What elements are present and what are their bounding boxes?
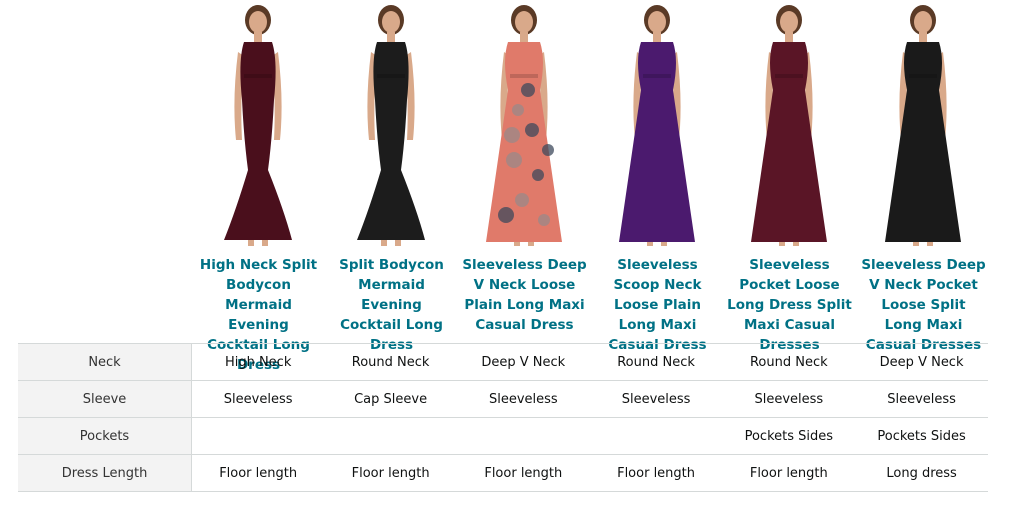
table-row-sleeve: Sleeve Sleeveless Cap Sleeve Sleeveless …	[18, 380, 988, 418]
floral-dress-image	[486, 5, 562, 246]
table-cell: Sleeveless	[191, 380, 325, 418]
row-label: Pockets	[18, 417, 193, 455]
table-cell: High Neck	[191, 343, 325, 381]
product-title-5[interactable]: Sleeveless Pocket Loose Long Dress Split…	[723, 255, 856, 353]
table-cell: Deep V Neck	[855, 343, 988, 381]
table-cell	[456, 417, 590, 455]
table-cell: Cap Sleeve	[324, 380, 457, 418]
table-row-neck: Neck High Neck Round Neck Deep V Neck Ro…	[18, 343, 988, 381]
table-cell	[324, 417, 457, 455]
table-cell: Floor length	[589, 454, 723, 492]
product-column-6: Sleeveless Deep V Neck Pocket Loose Spli…	[857, 0, 990, 353]
product-title-4[interactable]: Sleeveless Scoop Neck Loose Plain Long M…	[591, 255, 724, 353]
row-label: Sleeve	[18, 380, 193, 418]
table-cell: Round Neck	[589, 343, 723, 381]
table-cell: Long dress	[855, 454, 988, 492]
table-cell	[589, 417, 723, 455]
table-cell: Pockets Sides	[722, 417, 856, 455]
product-column-2: Split Bodycon Mermaid Evening Cocktail L…	[325, 0, 458, 353]
black-dress-image	[357, 5, 425, 246]
product-image-1[interactable]	[192, 0, 325, 255]
product-column-1: High Neck Split Bodycon Mermaid Evening …	[192, 0, 325, 373]
table-cell: Floor length	[324, 454, 457, 492]
table-cell: Sleeveless	[456, 380, 590, 418]
product-image-2[interactable]	[325, 0, 458, 255]
product-image-4[interactable]	[591, 0, 724, 255]
product-image-6[interactable]	[857, 0, 990, 255]
table-cell	[191, 417, 325, 455]
table-cell: Round Neck	[324, 343, 457, 381]
product-column-4: Sleeveless Scoop Neck Loose Plain Long M…	[591, 0, 724, 353]
burgundy-dress-image	[224, 5, 292, 246]
black-maxi-dress-image	[885, 5, 961, 246]
product-image-3[interactable]	[458, 0, 591, 255]
wine-dress-image	[751, 5, 827, 246]
product-column-3: Sleeveless Deep V Neck Loose Plain Long …	[458, 0, 591, 339]
table-row-dress-length: Dress Length Floor length Floor length F…	[18, 454, 988, 492]
table-cell: Deep V Neck	[456, 343, 590, 381]
table-cell: Floor length	[722, 454, 856, 492]
comparison-widget: High Neck Split Bodycon Mermaid Evening …	[0, 0, 1026, 507]
product-image-5[interactable]	[723, 0, 856, 255]
comparison-table: Neck High Neck Round Neck Deep V Neck Ro…	[18, 343, 988, 492]
table-cell: Pockets Sides	[855, 417, 988, 455]
product-title-6[interactable]: Sleeveless Deep V Neck Pocket Loose Spli…	[857, 255, 990, 353]
product-title-3[interactable]: Sleeveless Deep V Neck Loose Plain Long …	[458, 255, 591, 339]
table-cell: Sleeveless	[722, 380, 856, 418]
product-column-5: Sleeveless Pocket Loose Long Dress Split…	[723, 0, 856, 353]
table-cell: Floor length	[191, 454, 325, 492]
table-cell: Round Neck	[722, 343, 856, 381]
table-cell: Sleeveless	[589, 380, 723, 418]
purple-dress-image	[619, 5, 695, 246]
product-title-1[interactable]: High Neck Split Bodycon Mermaid Evening …	[192, 255, 325, 373]
row-label: Neck	[18, 343, 193, 381]
table-row-pockets: Pockets Pockets Sides Pockets Sides	[18, 417, 988, 455]
row-label: Dress Length	[18, 454, 193, 492]
table-cell: Sleeveless	[855, 380, 988, 418]
table-cell: Floor length	[456, 454, 590, 492]
product-title-2[interactable]: Split Bodycon Mermaid Evening Cocktail L…	[325, 255, 458, 353]
